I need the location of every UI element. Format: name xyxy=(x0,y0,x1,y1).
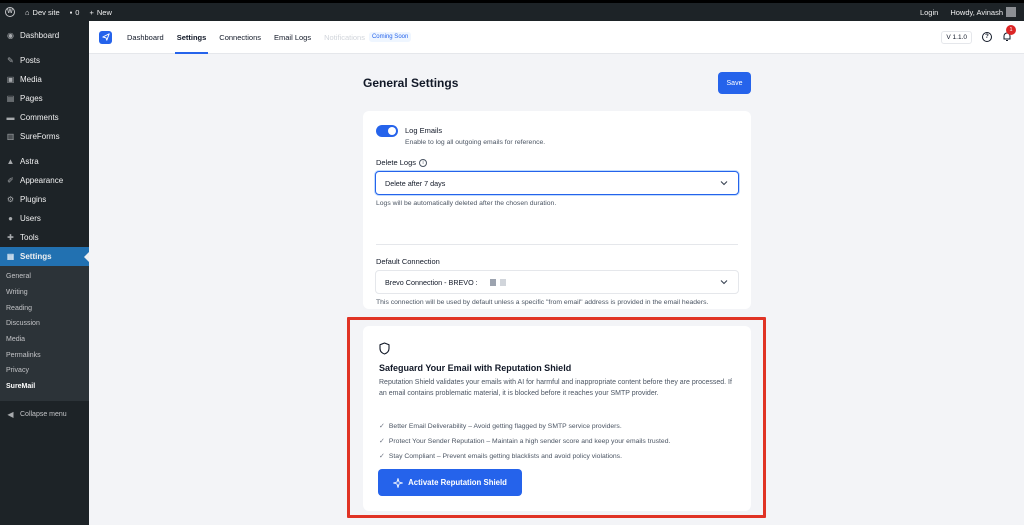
pin-icon: ✎ xyxy=(7,56,14,65)
submenu-item-general[interactable]: General xyxy=(0,269,89,285)
comment-icon: ▪ xyxy=(69,7,73,17)
sidebar-item-label: Plugins xyxy=(20,195,47,204)
notification-button[interactable]: 1 xyxy=(1002,25,1016,42)
submenu-item-media[interactable]: Media xyxy=(0,332,89,348)
default-connection-select[interactable]: Brevo Connection - BREVO : xyxy=(375,270,739,294)
submenu-item-suremail[interactable]: SureMail xyxy=(0,379,89,395)
suremail-logo-icon[interactable] xyxy=(99,30,112,44)
sureforms-icon: ▥ xyxy=(6,132,15,141)
astra-icon: ▲ xyxy=(6,157,15,166)
plus-icon: + xyxy=(89,7,94,17)
sidebar-item-label: Users xyxy=(20,214,41,223)
settings-submenu: General Writing Reading Discussion Media… xyxy=(0,266,89,401)
sidebar-item-posts[interactable]: ✎ Posts xyxy=(0,51,89,70)
sidebar-item-settings[interactable]: ▦ Settings xyxy=(0,247,89,266)
submenu-item-discussion[interactable]: Discussion xyxy=(0,316,89,332)
collapse-label: Collapse menu xyxy=(20,410,67,418)
user-icon: ● xyxy=(8,214,13,223)
site-name-link[interactable]: ⌂ Dev site xyxy=(25,8,60,17)
notification-count-badge: 1 xyxy=(1006,25,1016,35)
sidebar-item-tools[interactable]: ✚ Tools xyxy=(0,228,89,247)
log-emails-toggle[interactable] xyxy=(376,125,398,137)
site-name-label: Dev site xyxy=(32,7,60,17)
media-icon: ▣ xyxy=(6,75,15,84)
highlight-annotation-box xyxy=(347,317,766,518)
default-connection-label-text: Default Connection xyxy=(376,257,440,266)
settings-icon: ▦ xyxy=(6,252,15,261)
sidebar-item-plugins[interactable]: ⚙ Plugins xyxy=(0,190,89,209)
account-menu[interactable]: Howdy, Avinash xyxy=(950,7,1016,17)
sidebar-item-label: Dashboard xyxy=(20,31,60,40)
tab-email-logs[interactable]: Email Logs xyxy=(274,21,311,54)
sidebar-item-label: Posts xyxy=(20,56,41,65)
new-content-link[interactable]: + New xyxy=(89,8,111,17)
sidebar-item-media[interactable]: ▣ Media xyxy=(0,70,89,89)
tab-connections[interactable]: Connections xyxy=(219,21,261,54)
sidebar-item-appearance[interactable]: ✐ Appearance xyxy=(0,171,89,190)
pages-icon: ▤ xyxy=(6,94,15,103)
wordpress-logo-icon[interactable]: W xyxy=(5,7,15,17)
chevron-down-icon xyxy=(720,181,728,186)
sidebar-item-label: SureForms xyxy=(20,132,60,141)
tab-notifications: Notifications xyxy=(324,32,365,42)
default-connection-value: Brevo Connection - BREVO : xyxy=(385,277,478,287)
sidebar-item-label: Media xyxy=(20,75,42,84)
submenu-item-permalinks[interactable]: Permalinks xyxy=(0,347,89,363)
tab-dashboard[interactable]: Dashboard xyxy=(127,21,164,54)
brush-icon: ✐ xyxy=(7,176,14,185)
collapse-icon: ◀ xyxy=(7,409,14,419)
delete-logs-label-text: Delete Logs xyxy=(376,158,417,167)
submenu-item-privacy[interactable]: Privacy xyxy=(0,363,89,379)
howdy-label: Howdy, Avinash xyxy=(950,7,1003,17)
default-connection-label: Default Connection xyxy=(376,257,440,266)
comments-count: 0 xyxy=(75,7,80,17)
sidebar-item-comments[interactable]: ▬ Comments xyxy=(0,108,89,127)
delete-logs-help: Logs will be automatically deleted after… xyxy=(376,200,557,207)
general-settings-card: Log Emails Enable to log all outgoing em… xyxy=(363,111,751,309)
sidebar-item-label: Appearance xyxy=(20,176,64,185)
new-label: New xyxy=(96,7,112,17)
sidebar-item-pages[interactable]: ▤ Pages xyxy=(0,89,89,108)
comment-icon: ▬ xyxy=(6,113,15,122)
sidebar-item-dashboard[interactable]: ◉ Dashboard xyxy=(0,26,89,45)
avatar xyxy=(1006,7,1016,17)
chevron-down-icon xyxy=(720,280,728,285)
sidebar-item-astra[interactable]: ▲ Astra xyxy=(0,152,89,171)
collapse-menu-button[interactable]: ◀ Collapse menu xyxy=(0,405,89,424)
save-button[interactable]: Save xyxy=(718,72,751,94)
log-emails-label: Log Emails xyxy=(405,126,443,135)
plugin-top-nav: Dashboard Settings Connections Email Log… xyxy=(89,21,1024,54)
coming-soon-badge: Coming Soon xyxy=(368,32,412,42)
submenu-item-reading[interactable]: Reading xyxy=(0,300,89,316)
info-icon[interactable]: i xyxy=(419,158,428,167)
redacted-email xyxy=(489,278,496,286)
sidebar-item-label: Pages xyxy=(20,94,43,103)
login-link[interactable]: Login xyxy=(920,8,938,17)
version-badge: V 1.1.0 xyxy=(941,30,972,44)
sidebar-item-label: Settings xyxy=(20,252,52,261)
redacted-email xyxy=(499,278,506,286)
sidebar-item-label: Comments xyxy=(20,113,59,122)
plugin-icon: ⚙ xyxy=(6,195,15,204)
section-divider xyxy=(376,244,738,245)
delete-logs-value: Delete after 7 days xyxy=(385,178,446,188)
sidebar-item-sureforms[interactable]: ▥ SureForms xyxy=(0,127,89,146)
default-connection-help: This connection will be used by default … xyxy=(376,299,709,306)
help-icon[interactable]: ? xyxy=(982,32,992,42)
submenu-item-writing[interactable]: Writing xyxy=(0,285,89,301)
delete-logs-label: Delete Logs i xyxy=(376,158,428,167)
sidebar-item-label: Astra xyxy=(20,157,39,166)
sidebar-item-users[interactable]: ● Users xyxy=(0,209,89,228)
home-icon: ⌂ xyxy=(25,7,30,17)
tab-settings[interactable]: Settings xyxy=(174,21,208,54)
delete-logs-select[interactable]: Delete after 7 days xyxy=(375,171,739,195)
sidebar-item-label: Tools xyxy=(20,233,39,242)
page-title: General Settings xyxy=(363,76,459,90)
dashboard-icon: ◉ xyxy=(7,31,14,40)
comments-link[interactable]: ▪ 0 xyxy=(70,8,80,17)
admin-sidebar: ◉ Dashboard ✎ Posts ▣ Media ▤ Pages ▬ Co… xyxy=(0,21,89,525)
admin-bar: W ⌂ Dev site ▪ 0 + New Login Howdy, Avin… xyxy=(0,3,1024,21)
wrench-icon: ✚ xyxy=(7,233,14,242)
log-emails-help: Enable to log all outgoing emails for re… xyxy=(405,139,546,146)
